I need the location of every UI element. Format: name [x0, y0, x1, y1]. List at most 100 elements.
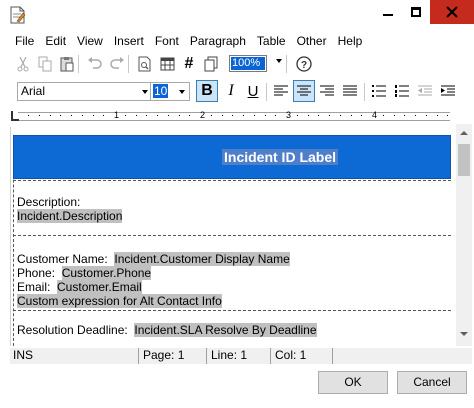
numbered-list-button[interactable] — [391, 80, 413, 102]
document-search-icon[interactable] — [136, 55, 154, 73]
ruler-tick — [71, 115, 72, 116]
menu-view[interactable]: View — [72, 33, 109, 51]
toolbar-separator — [286, 55, 287, 73]
document-editor[interactable]: Incident ID Label Description: Incident.… — [10, 127, 456, 346]
ruler-tick — [318, 115, 319, 116]
ruler-mark: 4 — [372, 110, 378, 120]
font-name-select[interactable]: Arial — [17, 82, 153, 101]
customer-name-line: Customer Name: Incident.Customer Display… — [17, 252, 290, 266]
ruler-mark: 3 — [286, 110, 292, 120]
insert-mode: INS — [13, 348, 34, 362]
zoom-dropdown-icon[interactable] — [276, 59, 282, 63]
redo-icon[interactable] — [108, 55, 126, 73]
ruler-tick — [383, 115, 384, 116]
ruler-tick — [189, 115, 190, 116]
align-left-icon — [274, 85, 288, 96]
svg-text:?: ? — [301, 60, 307, 71]
email-field[interactable]: Customer.Email — [57, 280, 142, 294]
ruler-tick — [361, 115, 362, 116]
ruler-tick — [232, 115, 233, 116]
customer-name-field[interactable]: Incident.Customer Display Name — [114, 252, 290, 266]
ruler-tick — [308, 115, 309, 116]
font-size-select[interactable]: 10 — [150, 82, 190, 101]
ok-button[interactable]: OK — [318, 371, 388, 394]
tab-stop-icon[interactable] — [11, 111, 19, 121]
phone-field[interactable]: Customer.Phone — [61, 266, 152, 280]
scroll-thumb[interactable] — [458, 144, 470, 176]
bullet-list-button[interactable] — [368, 80, 390, 102]
copy-icon[interactable] — [36, 55, 54, 73]
menu-edit[interactable]: Edit — [40, 33, 72, 51]
toolbar-separator — [78, 55, 79, 73]
page-number: Page: 1 — [138, 348, 184, 364]
field-text: Incident.Description — [17, 209, 123, 223]
scroll-up-icon[interactable] — [460, 131, 468, 135]
zoom-input[interactable]: 100% — [229, 55, 267, 72]
hash-icon[interactable]: # — [180, 55, 198, 73]
title-banner: Incident ID Label — [13, 135, 451, 179]
cancel-button[interactable]: Cancel — [397, 371, 467, 394]
bold-button[interactable]: B — [196, 80, 218, 102]
ruler-mark: 2 — [200, 110, 206, 120]
paste-icon[interactable] — [58, 55, 76, 73]
numbered-list-icon — [395, 85, 409, 97]
table-border — [13, 235, 451, 236]
format-toolbar: Arial 10 B I U — [10, 79, 474, 105]
ruler-mark: 1 — [114, 110, 120, 120]
scroll-down-icon[interactable] — [460, 332, 468, 336]
close-button[interactable] — [430, 0, 474, 24]
maximize-button[interactable] — [402, 0, 430, 24]
description-field[interactable]: Incident.Description — [17, 209, 123, 223]
ruler-tick — [179, 115, 180, 116]
align-right-button[interactable] — [316, 80, 338, 102]
ruler-tick — [125, 115, 126, 116]
menu-insert[interactable]: Insert — [109, 33, 150, 51]
email-line: Email: Customer.Email — [17, 280, 142, 294]
ruler-tick — [136, 115, 137, 116]
toolbar-separator — [364, 83, 365, 101]
underline-button[interactable]: U — [242, 80, 264, 102]
ruler-tick — [394, 115, 395, 116]
ruler-tick — [415, 115, 416, 116]
deadline-label: Resolution Deadline: — [17, 323, 128, 337]
menu-help[interactable]: Help — [333, 33, 369, 51]
ruler-tick — [404, 115, 405, 116]
underline-label: U — [247, 82, 259, 100]
ruler-tick — [60, 115, 61, 116]
description-label: Description: — [17, 195, 81, 209]
decrease-indent-button[interactable] — [414, 80, 436, 102]
deadline-field[interactable]: Incident.SLA Resolve By Deadline — [134, 323, 317, 337]
toolbar-separator — [266, 83, 267, 101]
undo-icon[interactable] — [86, 55, 104, 73]
title-bar — [0, 0, 474, 30]
table-icon[interactable] — [158, 55, 176, 73]
ruler-tick — [437, 115, 438, 116]
ruler-tick — [28, 115, 29, 116]
cut-icon[interactable] — [14, 55, 32, 73]
menu-font[interactable]: Font — [150, 33, 185, 51]
zoom-value: 100% — [231, 57, 265, 70]
justify-icon — [343, 85, 357, 96]
vertical-scrollbar[interactable] — [456, 124, 472, 346]
menu-paragraph[interactable]: Paragraph — [185, 33, 252, 51]
ruler-tick — [351, 115, 352, 116]
ruler-track — [18, 112, 450, 121]
phone-label: Phone: — [17, 266, 56, 280]
align-center-icon — [297, 85, 311, 96]
menu-file[interactable]: File — [10, 33, 40, 51]
help-icon[interactable]: ? — [295, 55, 313, 73]
minimize-icon — [383, 14, 393, 16]
table-border — [13, 180, 451, 181]
minimize-button[interactable] — [374, 0, 402, 24]
align-center-button[interactable] — [293, 80, 315, 102]
ruler[interactable]: 1 2 3 4 — [10, 110, 454, 123]
page-setup-icon[interactable] — [202, 55, 220, 73]
align-left-button[interactable] — [270, 80, 292, 102]
alt-contact-field[interactable]: Custom expression for Alt Contact Info — [17, 294, 222, 308]
justify-button[interactable] — [339, 80, 361, 102]
menu-other[interactable]: Other — [292, 33, 333, 51]
italic-button[interactable]: I — [220, 80, 242, 102]
menu-table[interactable]: Table — [252, 33, 292, 51]
increase-indent-button[interactable] — [437, 80, 459, 102]
ruler-tick — [211, 115, 212, 116]
